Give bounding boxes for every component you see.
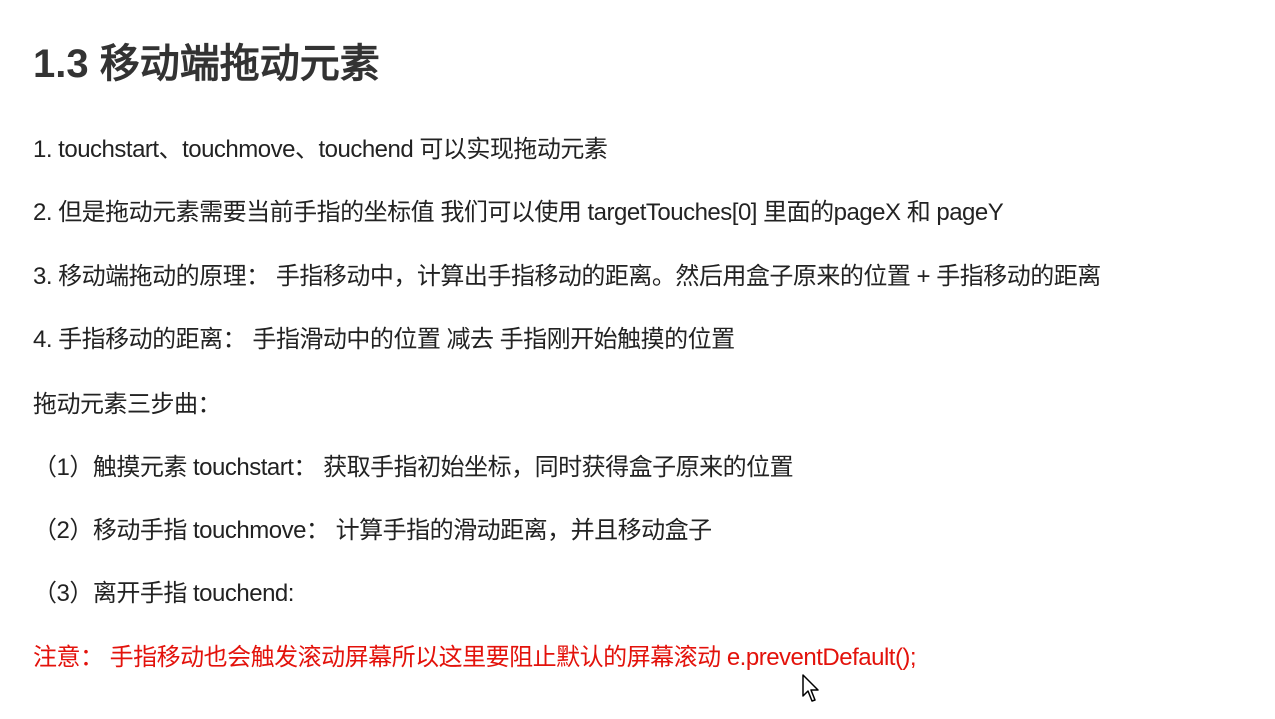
- step-3: （3）离开手指 touchend:: [33, 580, 294, 607]
- steps-heading: 拖动元素三步曲：: [33, 391, 222, 418]
- slide-title: 1.3 移动端拖动元素: [33, 42, 380, 86]
- point-3: 3. 移动端拖动的原理： 手指移动中，计算出手指移动的距离。然后用盒子原来的位置…: [33, 263, 1101, 290]
- step-2: （2）移动手指 touchmove： 计算手指的滑动距离，并且移动盒子: [33, 517, 712, 544]
- point-2: 2. 但是拖动元素需要当前手指的坐标值 我们可以使用 targetTouches…: [33, 199, 1004, 226]
- note-warning: 注意： 手指移动也会触发滚动屏幕所以这里要阻止默认的屏幕滚动 e.prevent…: [33, 644, 917, 671]
- point-1: 1. touchstart、touchmove、touchend 可以实现拖动元…: [33, 136, 608, 163]
- point-4: 4. 手指移动的距离： 手指滑动中的位置 减去 手指刚开始触摸的位置: [33, 326, 735, 353]
- step-1: （1）触摸元素 touchstart： 获取手指初始坐标，同时获得盒子原来的位置: [33, 454, 794, 481]
- mouse-pointer-icon: [802, 674, 819, 702]
